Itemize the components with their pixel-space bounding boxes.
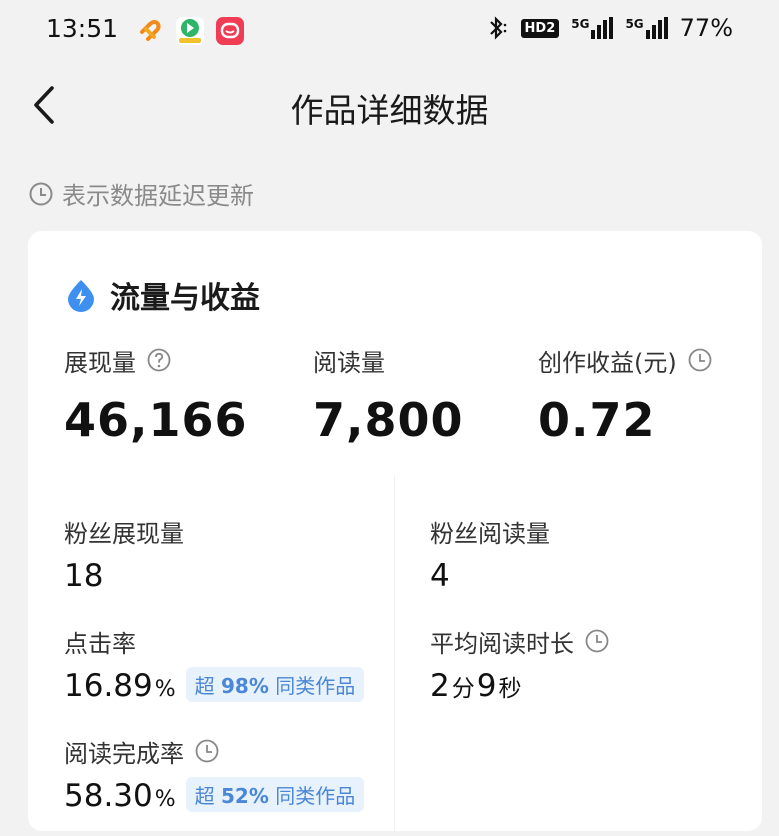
clock-icon <box>195 739 219 763</box>
second-unit: 秒 <box>498 676 522 702</box>
metric-label: 创作收益(元) <box>538 348 677 377</box>
metric-value: 46,166 <box>64 393 248 447</box>
clock-icon <box>585 629 609 653</box>
stat-label: 阅读完成率 <box>64 739 184 768</box>
stat-value: 4 <box>430 558 450 594</box>
section-title: 流量与收益 <box>110 281 260 316</box>
metric-label: 展现量 <box>64 348 136 377</box>
minute-unit: 分 <box>451 676 475 702</box>
stat-seconds: 9 <box>476 668 497 704</box>
clock-icon <box>29 182 53 205</box>
stat-minutes: 2 <box>430 668 450 704</box>
metric-revenue: 创作收益(元) 0.72 <box>538 343 713 447</box>
percent-unit: % <box>154 677 176 702</box>
column-divider <box>394 476 395 836</box>
stat-label: 粉丝展现量 <box>64 519 184 548</box>
delay-notice-text: 表示数据延迟更新 <box>62 182 254 210</box>
traffic-revenue-card: 流量与收益 展现量 46,166 阅读量 7,800 创作收益(元) 0.72 <box>28 231 762 836</box>
help-icon[interactable] <box>146 347 172 373</box>
status-time: 13:51 <box>46 14 119 43</box>
clock-icon <box>688 348 712 372</box>
metric-value: 7,800 <box>313 393 464 447</box>
metric-value: 0.72 <box>538 393 656 447</box>
stat-value: 18 <box>64 558 104 594</box>
battery-level: 77% <box>679 14 733 42</box>
page-title: 作品详细数据 <box>290 91 489 130</box>
stat-value: 58.30 <box>64 778 153 814</box>
metric-impressions: 展现量 46,166 <box>64 343 248 448</box>
bluetooth-icon <box>489 16 506 40</box>
stat-value: 16.89 <box>64 668 153 704</box>
lightning-drop-icon <box>68 280 94 312</box>
stat-completion-rate: 阅读完成率 58.30 % 超 52% 同类作品 <box>64 734 365 815</box>
stat-fan-impressions: 粉丝展现量 18 <box>64 514 184 595</box>
percent-unit: % <box>154 787 176 812</box>
app-video-icon <box>176 17 204 45</box>
stat-label: 平均阅读时长 <box>430 629 574 658</box>
stat-ctr: 点击率 16.89 % 超 98% 同类作品 <box>64 624 365 705</box>
metric-label: 阅读量 <box>313 348 385 377</box>
stat-label: 粉丝阅读量 <box>430 519 550 548</box>
nav-bar: 作品详细数据 <box>0 70 779 140</box>
app-heart-icon <box>140 20 161 41</box>
hd-voice-icon: HD2 <box>520 18 560 38</box>
app-chat-icon <box>216 17 244 45</box>
metric-reads: 阅读量 7,800 <box>313 343 464 448</box>
status-bar: 13:51 HD2 5G 5G 77% <box>0 0 779 64</box>
stat-fan-reads: 粉丝阅读量 4 <box>430 514 550 595</box>
delay-notice: 表示数据延迟更新 <box>28 176 254 211</box>
system-icons: HD2 5G 5G 77% <box>487 14 733 42</box>
stat-label: 点击率 <box>64 629 136 658</box>
stat-avg-read-time: 平均阅读时长 2 分 9 秒 <box>430 624 610 704</box>
signal-5g-icon: 5G <box>571 17 614 39</box>
peer-comparison-badge: 超 52% 同类作品 <box>185 777 365 812</box>
peer-comparison-badge: 超 98% 同类作品 <box>185 667 365 702</box>
section-header: 流量与收益 <box>64 273 260 317</box>
signal-5g-icon-2: 5G <box>625 17 668 39</box>
